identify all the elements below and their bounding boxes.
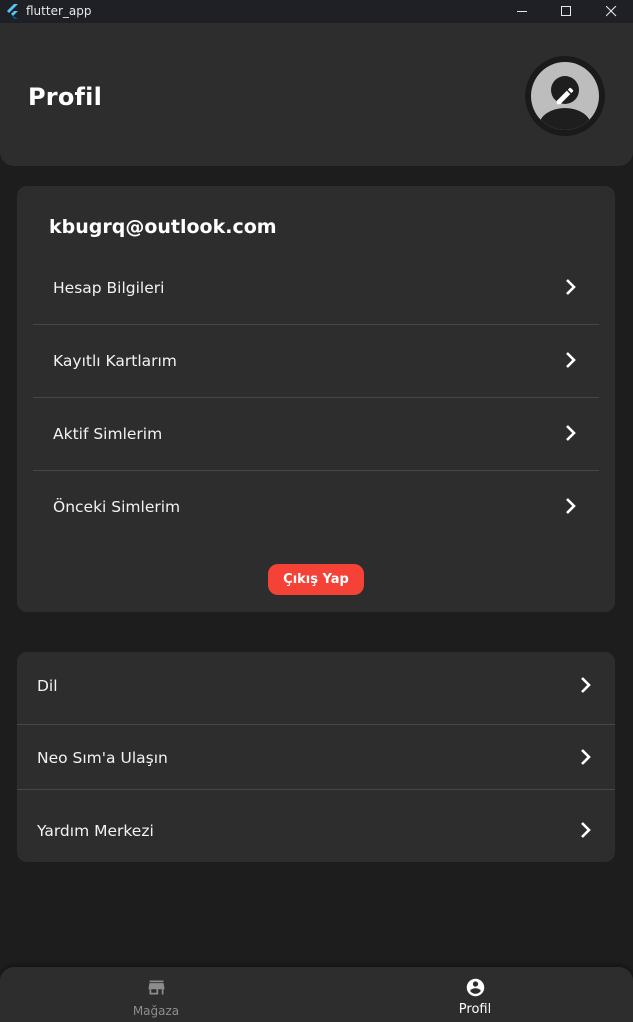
menu-item-active-sims[interactable]: Aktif Simlerim bbox=[33, 398, 599, 471]
avatar-edit-button[interactable] bbox=[525, 56, 605, 136]
menu-item-label: Hesap Bilgileri bbox=[53, 279, 165, 297]
chevron-right-icon bbox=[566, 498, 576, 514]
close-icon bbox=[605, 6, 616, 17]
minimize-button[interactable] bbox=[499, 0, 545, 23]
menu-item-account-info[interactable]: Hesap Bilgileri bbox=[33, 252, 599, 325]
flutter-logo-icon bbox=[7, 4, 18, 19]
close-button[interactable] bbox=[588, 0, 633, 23]
nav-item-profile[interactable]: Profil bbox=[395, 967, 555, 1022]
chevron-right-icon bbox=[581, 677, 591, 693]
chevron-right-icon bbox=[581, 822, 591, 838]
menu-item-label: Yardım Merkezi bbox=[37, 822, 154, 840]
menu-item-contact[interactable]: Neo Sım'a Ulaşın bbox=[17, 717, 615, 790]
menu-item-label: Kayıtlı Kartlarım bbox=[53, 352, 177, 370]
bottom-navigation: Mağaza Profil bbox=[0, 967, 633, 1022]
window-title: flutter_app bbox=[26, 4, 92, 18]
user-email: kbugrq@outlook.com bbox=[49, 216, 277, 238]
chevron-right-icon bbox=[581, 749, 591, 765]
logout-button[interactable]: Çıkış Yap bbox=[268, 564, 364, 595]
chevron-right-icon bbox=[566, 352, 576, 368]
menu-item-help-center[interactable]: Yardım Merkezi bbox=[17, 790, 615, 863]
menu-item-previous-sims[interactable]: Önceki Simlerim bbox=[33, 471, 599, 544]
nav-item-label: Mağaza bbox=[132, 1004, 180, 1018]
profile-header: Profil bbox=[0, 23, 633, 166]
settings-card: Dil Neo Sım'a Ulaşın Yardım Merkezi bbox=[17, 652, 615, 862]
edit-pencil-icon bbox=[556, 87, 574, 105]
maximize-button[interactable] bbox=[543, 0, 589, 23]
page-title: Profil bbox=[28, 83, 103, 111]
store-icon bbox=[148, 980, 165, 995]
menu-item-label: Neo Sım'a Ulaşın bbox=[37, 749, 168, 767]
window-titlebar: flutter_app bbox=[0, 0, 633, 23]
maximize-icon bbox=[560, 6, 571, 16]
menu-item-language[interactable]: Dil bbox=[17, 652, 615, 725]
menu-item-label: Aktif Simlerim bbox=[53, 425, 163, 443]
avatar bbox=[531, 62, 599, 130]
menu-item-label: Dil bbox=[37, 677, 58, 695]
account-circle-icon bbox=[466, 978, 485, 997]
nav-item-store[interactable]: Mağaza bbox=[76, 967, 236, 1022]
minimize-icon bbox=[516, 11, 527, 12]
chevron-right-icon bbox=[566, 279, 576, 295]
account-card: kbugrq@outlook.com Hesap Bilgileri Kayıt… bbox=[17, 186, 615, 612]
nav-item-label: Profil bbox=[458, 1002, 492, 1017]
menu-item-saved-cards[interactable]: Kayıtlı Kartlarım bbox=[33, 325, 599, 398]
menu-item-label: Önceki Simlerim bbox=[53, 498, 181, 516]
chevron-right-icon bbox=[566, 425, 576, 441]
